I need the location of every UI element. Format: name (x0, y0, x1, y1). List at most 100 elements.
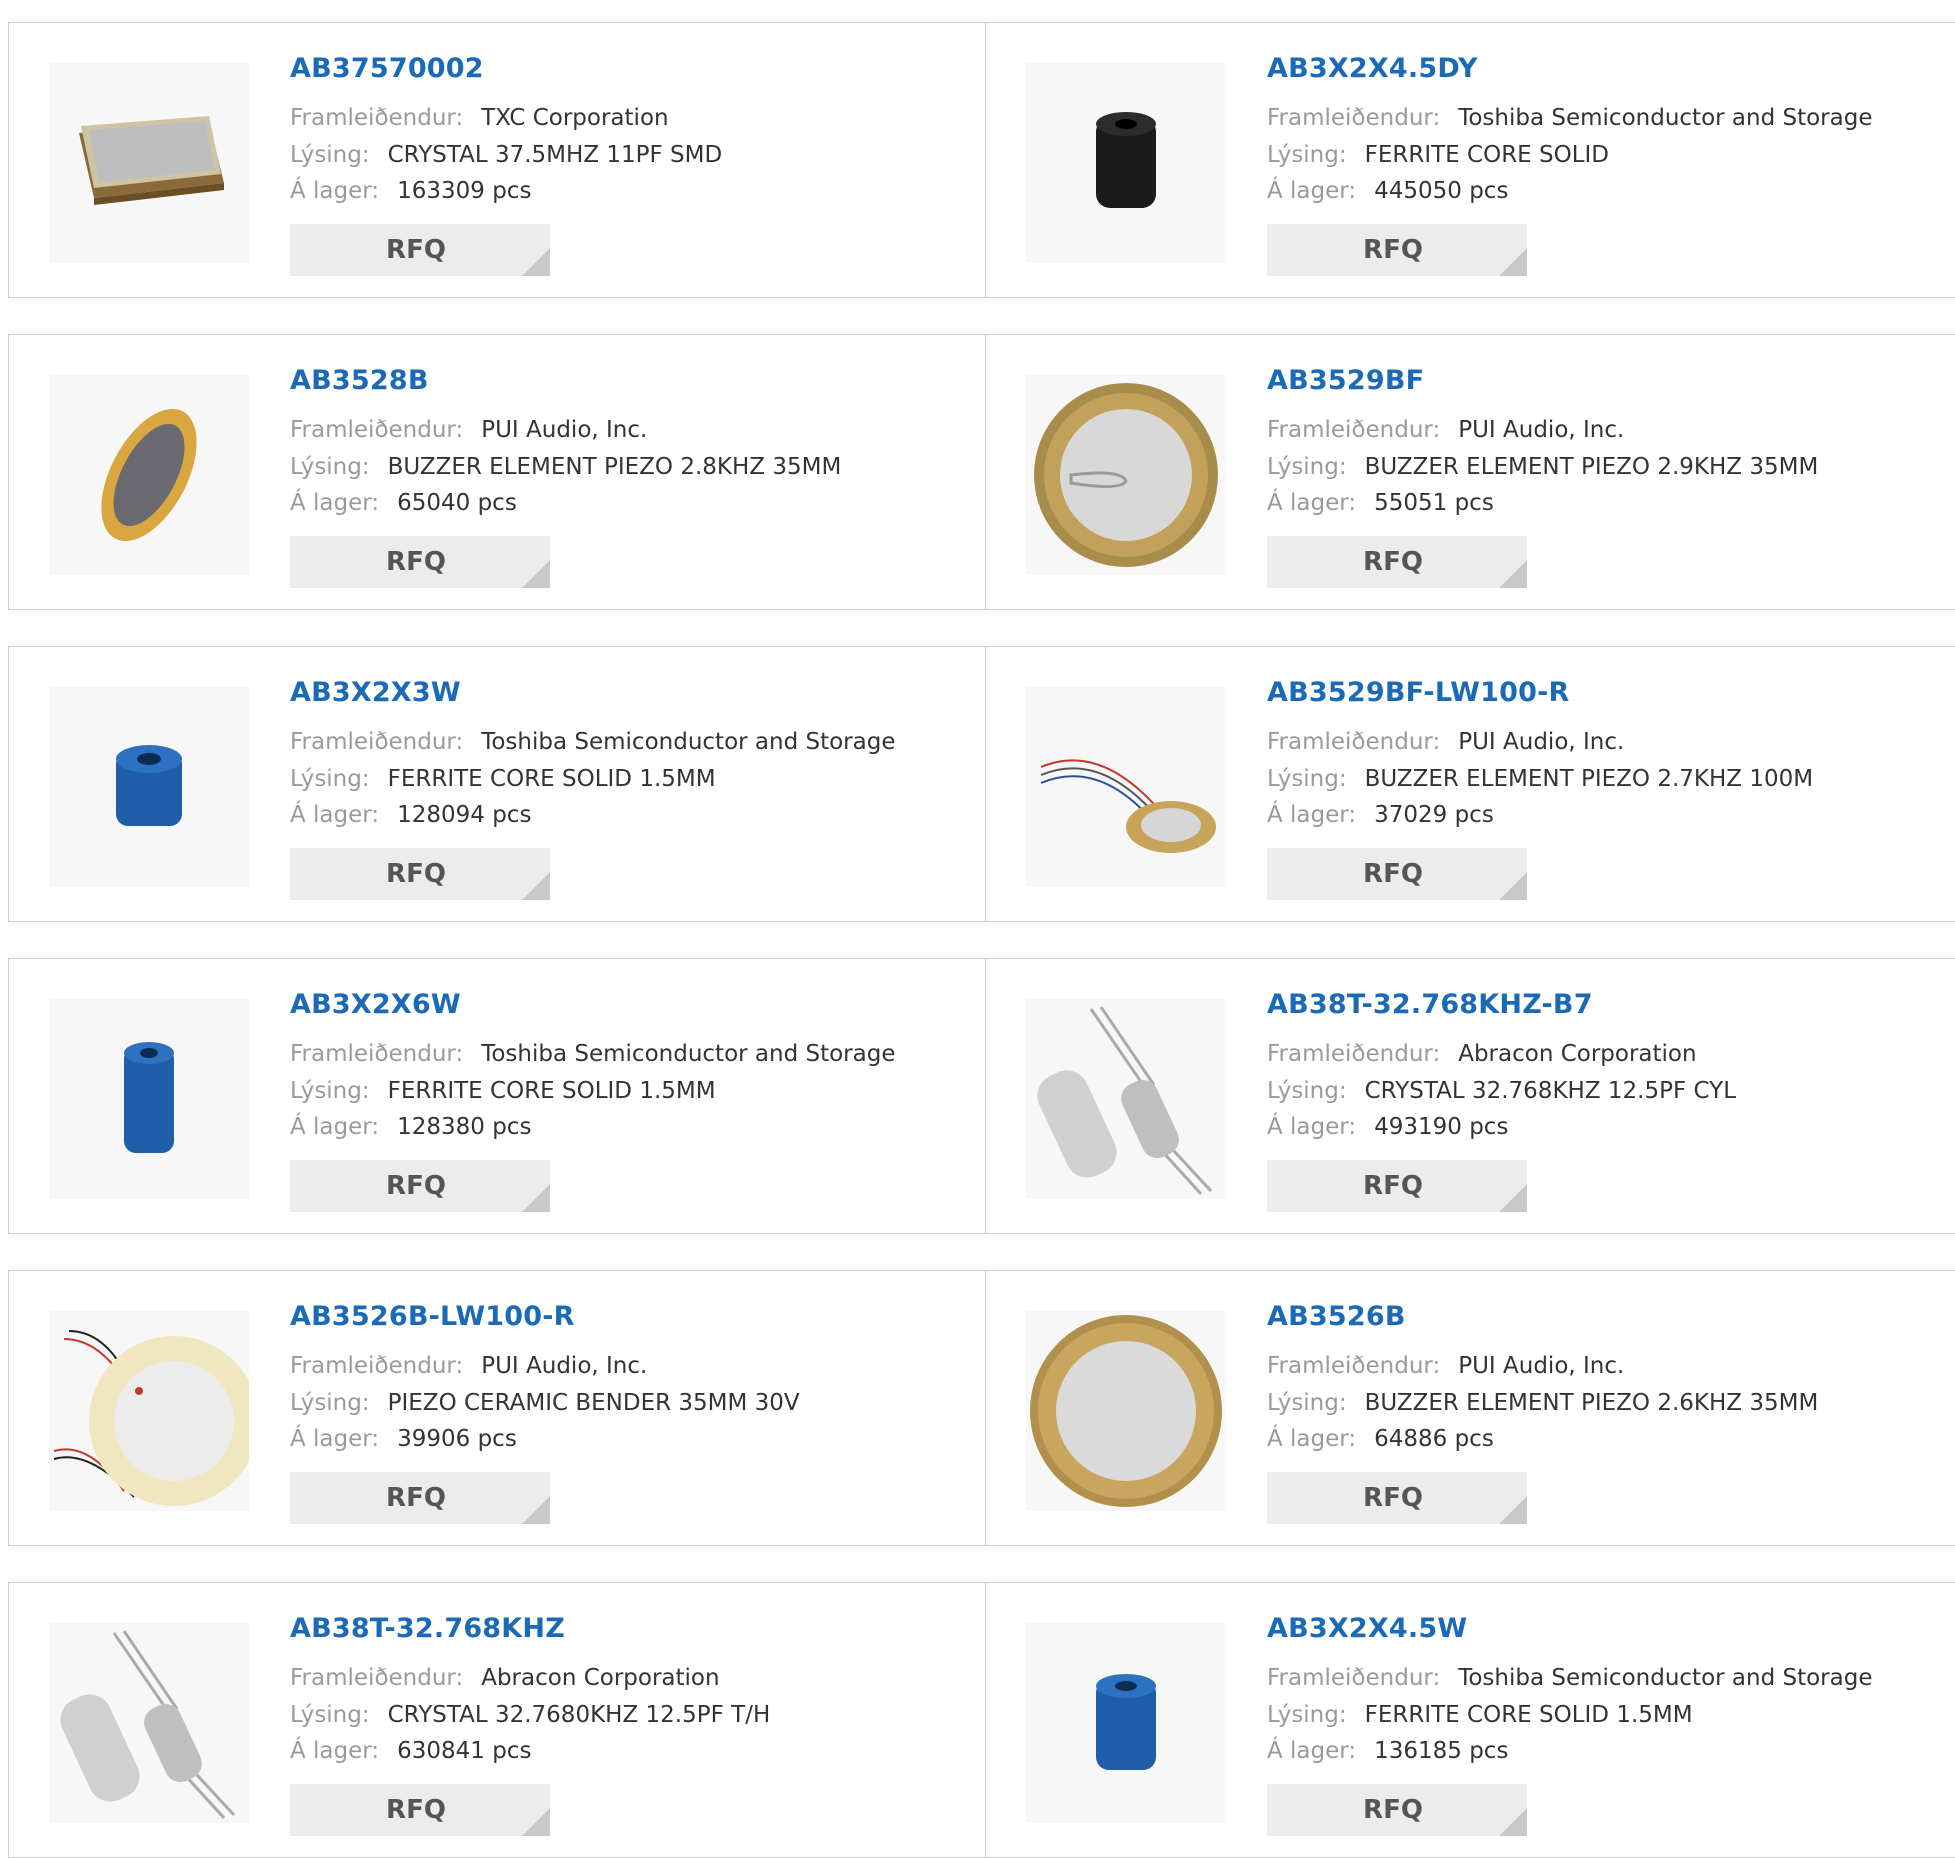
manufacturer-label: Framleiðendur: (1267, 1665, 1441, 1691)
description-value: CRYSTAL 32.768KHZ 12.5PF CYL (1364, 1078, 1737, 1104)
description-row: Lýsing: CRYSTAL 32.768KHZ 12.5PF CYL (1267, 1076, 1736, 1106)
description-value: FERRITE CORE SOLID (1364, 142, 1610, 168)
description-row: Lýsing: BUZZER ELEMENT PIEZO 2.6KHZ 35MM (1267, 1388, 1818, 1418)
stock-label: Á lager: (1267, 490, 1357, 516)
rfq-button[interactable]: RFQ (290, 848, 550, 900)
manufacturer-value: Toshiba Semiconductor and Storage (1458, 1665, 1873, 1691)
rfq-label: RFQ (386, 859, 446, 889)
manufacturer-row: Framleiðendur: PUI Audio, Inc. (290, 415, 647, 445)
stock-row: Á lager: 630841 pcs (290, 1736, 531, 1766)
description-row: Lýsing: FERRITE CORE SOLID (1267, 140, 1609, 170)
rfq-label: RFQ (1363, 235, 1423, 265)
manufacturer-label: Framleiðendur: (290, 1353, 464, 1379)
description-row: Lýsing: FERRITE CORE SOLID 1.5MM (1267, 1700, 1693, 1730)
product-image[interactable] (1026, 63, 1226, 263)
ferrite-blue-tall-icon (94, 1019, 204, 1179)
description-row: Lýsing: BUZZER ELEMENT PIEZO 2.7KHZ 100M (1267, 764, 1813, 794)
ferrite-blue-mid-icon (1066, 1648, 1186, 1798)
product-image[interactable] (49, 1311, 249, 1511)
stock-value: 65040 pcs (397, 490, 517, 516)
part-number-link[interactable]: AB3X2X6W (290, 989, 461, 1020)
rfq-button[interactable]: RFQ (290, 1784, 550, 1836)
ferrite-blue-short-icon (89, 717, 209, 857)
rfq-button[interactable]: RFQ (1267, 848, 1527, 900)
rfq-label: RFQ (386, 1483, 446, 1513)
product-image[interactable] (1026, 1623, 1226, 1823)
product-card: AB3526B-LW100-R Framleiðendur: PUI Audio,… (8, 1270, 988, 1546)
stock-value: 128380 pcs (397, 1114, 532, 1140)
manufacturer-label: Framleiðendur: (1267, 729, 1441, 755)
part-number-link[interactable]: AB38T-32.768KHZ (290, 1613, 565, 1644)
description-row: Lýsing: PIEZO CERAMIC BENDER 35MM 30V (290, 1388, 800, 1418)
manufacturer-value: Abracon Corporation (481, 1665, 720, 1691)
manufacturer-value: PUI Audio, Inc. (1458, 1353, 1625, 1379)
part-number-link[interactable]: AB3529BF-LW100-R (1267, 677, 1569, 708)
product-image[interactable] (1026, 999, 1226, 1199)
product-image[interactable] (49, 1623, 249, 1823)
manufacturer-label: Framleiðendur: (290, 729, 464, 755)
corner-triangle-icon (522, 1496, 550, 1524)
stock-value: 55051 pcs (1374, 490, 1494, 516)
manufacturer-row: Framleiðendur: Toshiba Semiconductor and … (290, 1039, 895, 1069)
description-value: BUZZER ELEMENT PIEZO 2.6KHZ 35MM (1364, 1390, 1819, 1416)
manufacturer-value: Toshiba Semiconductor and Storage (481, 1041, 896, 1067)
rfq-button[interactable]: RFQ (1267, 1472, 1527, 1524)
manufacturer-row: Framleiðendur: PUI Audio, Inc. (1267, 1351, 1624, 1381)
rfq-button[interactable]: RFQ (290, 1472, 550, 1524)
description-label: Lýsing: (1267, 1390, 1347, 1416)
product-image[interactable] (1026, 375, 1226, 575)
stock-row: Á lager: 64886 pcs (1267, 1424, 1494, 1454)
manufacturer-value: PUI Audio, Inc. (481, 1353, 648, 1379)
stock-row: Á lager: 493190 pcs (1267, 1112, 1508, 1142)
rfq-button[interactable]: RFQ (1267, 1784, 1527, 1836)
manufacturer-value: PUI Audio, Inc. (1458, 417, 1625, 443)
product-image[interactable] (49, 375, 249, 575)
corner-triangle-icon (522, 872, 550, 900)
description-row: Lýsing: FERRITE CORE SOLID 1.5MM (290, 1076, 716, 1106)
rfq-button[interactable]: RFQ (290, 224, 550, 276)
rfq-label: RFQ (1363, 1483, 1423, 1513)
rfq-button[interactable]: RFQ (290, 1160, 550, 1212)
manufacturer-row: Framleiðendur: Abracon Corporation (290, 1663, 720, 1693)
product-image[interactable] (49, 999, 249, 1199)
corner-triangle-icon (1499, 560, 1527, 588)
rfq-label: RFQ (1363, 547, 1423, 577)
part-number-link[interactable]: AB3X2X4.5W (1267, 1613, 1467, 1644)
product-card: AB3526B Framleiðendur: PUI Audio, Inc. Lý… (985, 1270, 1955, 1546)
manufacturer-value: PUI Audio, Inc. (1458, 729, 1625, 755)
part-number-link[interactable]: AB3X2X3W (290, 677, 461, 708)
product-image[interactable] (1026, 1311, 1226, 1511)
part-number-link[interactable]: AB37570002 (290, 53, 484, 84)
stock-row: Á lager: 39906 pcs (290, 1424, 517, 1454)
product-card: AB3X2X3W Framleiðendur: Toshiba Semicondu… (8, 646, 988, 922)
part-number-link[interactable]: AB3526B (1267, 1301, 1406, 1332)
part-number-link[interactable]: AB38T-32.768KHZ-B7 (1267, 989, 1593, 1020)
manufacturer-label: Framleiðendur: (1267, 417, 1441, 443)
smd-crystal-icon (59, 88, 239, 238)
product-card: AB37570002 Framleiðendur: TXC Corporation… (8, 22, 988, 298)
stock-label: Á lager: (1267, 1738, 1357, 1764)
stock-label: Á lager: (1267, 178, 1357, 204)
product-image[interactable] (1026, 687, 1226, 887)
stock-row: Á lager: 128380 pcs (290, 1112, 531, 1142)
rfq-button[interactable]: RFQ (1267, 536, 1527, 588)
manufacturer-value: Toshiba Semiconductor and Storage (1458, 105, 1873, 131)
rfq-button[interactable]: RFQ (1267, 1160, 1527, 1212)
part-number-link[interactable]: AB3526B-LW100-R (290, 1301, 575, 1332)
stock-row: Á lager: 65040 pcs (290, 488, 517, 518)
corner-triangle-icon (1499, 1808, 1527, 1836)
rfq-button[interactable]: RFQ (290, 536, 550, 588)
description-row: Lýsing: CRYSTAL 32.7680KHZ 12.5PF T/H (290, 1700, 770, 1730)
product-card: AB38T-32.768KHZ Framleiðendur: Abracon Co… (8, 1582, 988, 1858)
manufacturer-label: Framleiðendur: (1267, 1041, 1441, 1067)
stock-label: Á lager: (1267, 1426, 1357, 1452)
part-number-link[interactable]: AB3528B (290, 365, 429, 396)
product-image[interactable] (49, 63, 249, 263)
product-image[interactable] (49, 687, 249, 887)
part-number-link[interactable]: AB3529BF (1267, 365, 1424, 396)
part-number-link[interactable]: AB3X2X4.5DY (1267, 53, 1478, 84)
corner-triangle-icon (1499, 1496, 1527, 1524)
rfq-button[interactable]: RFQ (1267, 224, 1527, 276)
stock-label: Á lager: (290, 490, 380, 516)
description-value: BUZZER ELEMENT PIEZO 2.9KHZ 35MM (1364, 454, 1819, 480)
